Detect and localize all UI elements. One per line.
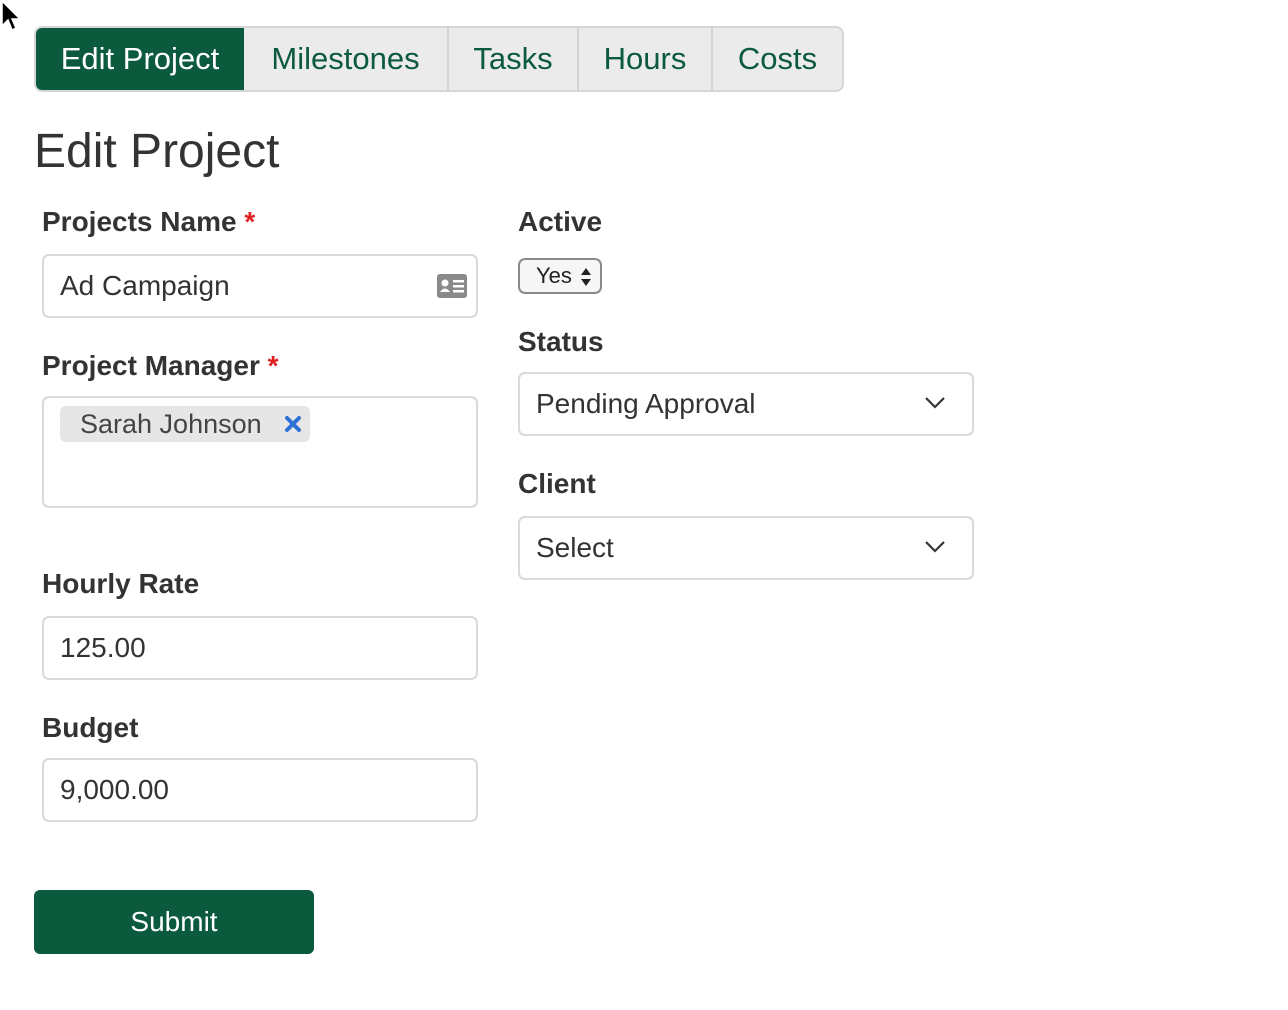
hourly-rate-value: 125.00 — [60, 632, 146, 663]
tab-bar: Edit Project Milestones Tasks Hours Cost… — [34, 26, 844, 92]
tab-milestones[interactable]: Milestones — [244, 28, 449, 90]
status-label: Status — [518, 326, 604, 357]
up-down-arrows-icon — [581, 268, 591, 286]
chevron-down-icon — [925, 541, 945, 553]
budget-input[interactable]: 9,000.00 — [42, 758, 478, 822]
required-marker: * — [244, 206, 256, 237]
selected-tag: Sarah Johnson — [60, 406, 310, 442]
chevron-down-icon — [925, 397, 945, 409]
close-icon[interactable] — [284, 415, 302, 433]
project-manager-label: Project Manager * — [42, 350, 279, 382]
client-select[interactable]: Select — [518, 516, 974, 580]
status-select[interactable]: Pending Approval — [518, 372, 974, 436]
page-title: Edit Project — [34, 125, 280, 178]
hourly-rate-input[interactable]: 125.00 — [42, 616, 478, 680]
tab-tasks[interactable]: Tasks — [449, 28, 579, 90]
status-value: Pending Approval — [536, 388, 756, 419]
project-name-label-text: Projects Name — [42, 206, 237, 237]
required-marker: * — [267, 350, 279, 381]
client-value: Select — [536, 532, 614, 563]
active-select[interactable]: Yes — [518, 258, 602, 294]
tab-hours[interactable]: Hours — [579, 28, 713, 90]
project-name-input[interactable]: Ad Campaign — [42, 254, 478, 318]
submit-button[interactable]: Submit — [34, 890, 314, 954]
contact-card-icon[interactable] — [436, 273, 468, 299]
client-label: Client — [518, 468, 596, 499]
mouse-cursor-icon — [1, 0, 22, 32]
project-name-value: Ad Campaign — [60, 270, 230, 301]
tab-edit-project[interactable]: Edit Project — [36, 28, 244, 90]
active-label: Active — [518, 206, 603, 237]
selected-tag-label: Sarah Johnson — [80, 408, 262, 439]
budget-label: Budget — [42, 712, 139, 743]
project-manager-multiselect[interactable]: Sarah Johnson — [42, 396, 478, 508]
hourly-rate-label: Hourly Rate — [42, 568, 200, 599]
tab-costs[interactable]: Costs — [713, 28, 842, 90]
active-value: Yes — [536, 263, 572, 288]
budget-value: 9,000.00 — [60, 774, 169, 805]
project-name-label: Projects Name * — [42, 206, 255, 238]
project-manager-label-text: Project Manager — [42, 350, 260, 381]
